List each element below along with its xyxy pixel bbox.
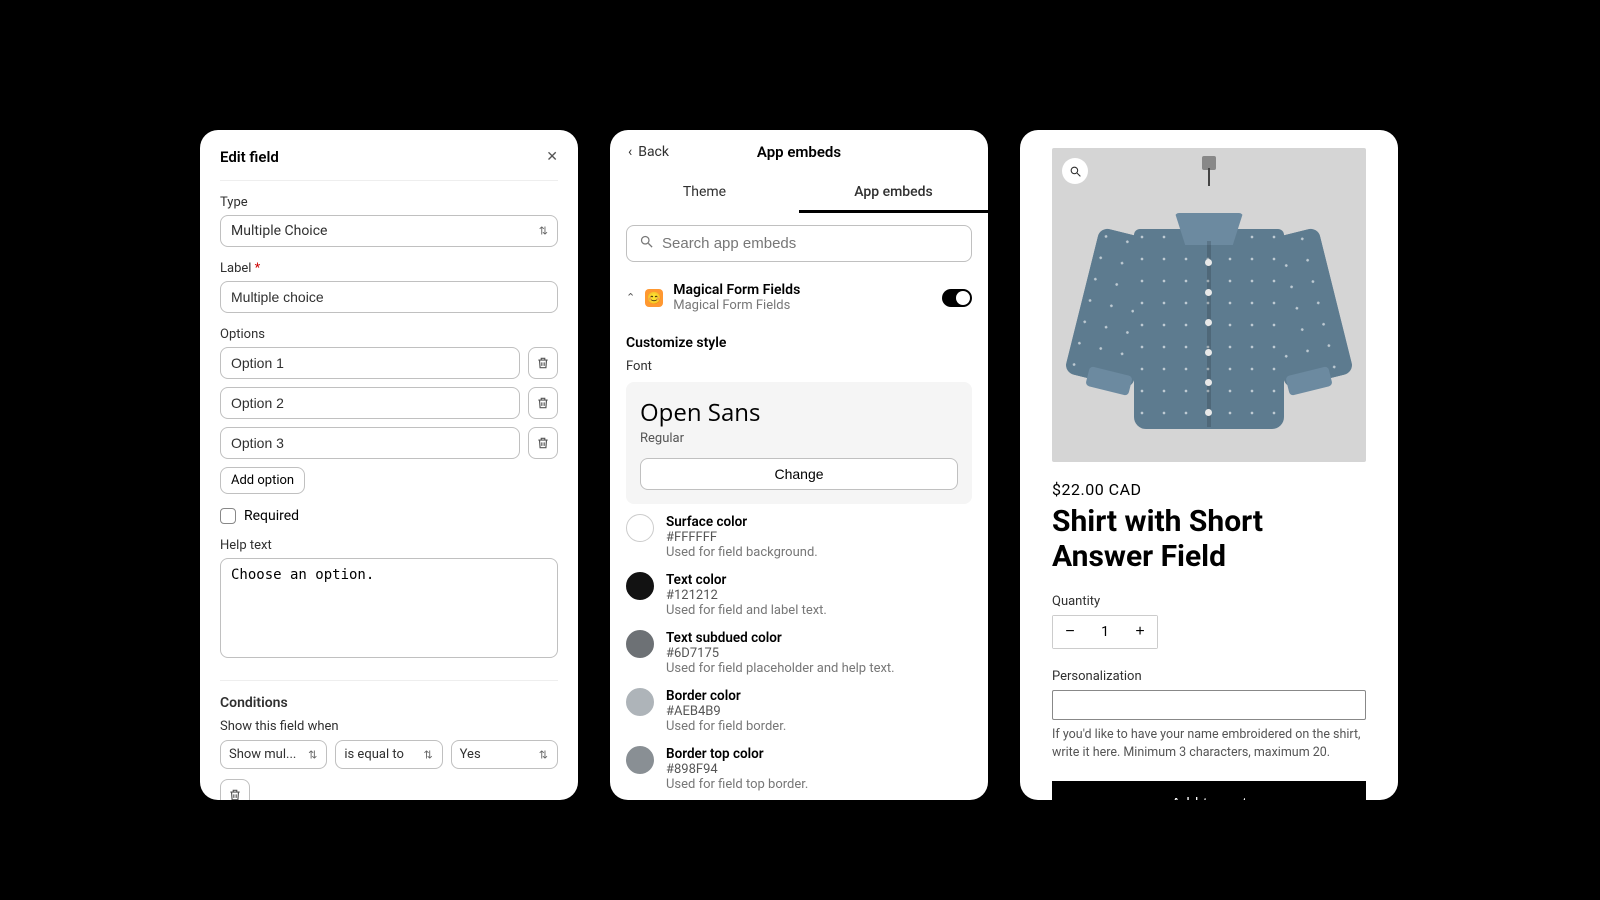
trash-icon xyxy=(536,356,550,370)
option-input[interactable] xyxy=(220,347,520,379)
color-name: Text color xyxy=(666,572,827,588)
chevron-left-icon: ‹ xyxy=(628,144,632,160)
helptext-label: Help text xyxy=(220,538,558,553)
search-input-wrapper[interactable] xyxy=(626,225,972,262)
color-desc: Used for field and label text. xyxy=(666,603,827,618)
add-to-cart-button[interactable]: Add to cart xyxy=(1052,781,1366,800)
color-desc: Used for field top border. xyxy=(666,777,808,792)
color-row: Border color#AEB4B9Used for field border… xyxy=(610,678,988,736)
font-name: Open Sans xyxy=(640,396,958,429)
required-label: Required xyxy=(244,508,299,524)
color-hex: #121212 xyxy=(666,588,827,603)
chevron-up-icon[interactable]: ⌃ xyxy=(626,291,635,304)
color-desc: Used for field border. xyxy=(666,719,786,734)
color-name: Border color xyxy=(666,688,786,704)
embed-toggle[interactable] xyxy=(942,289,972,307)
color-desc: Used for field background. xyxy=(666,545,818,560)
type-label: Type xyxy=(220,195,558,210)
embed-name: Magical Form Fields xyxy=(673,282,800,298)
embed-sub: Magical Form Fields xyxy=(673,298,800,313)
color-desc: Used for field placeholder and help text… xyxy=(666,661,895,676)
color-row: Text subdued color#6D7175Used for field … xyxy=(610,620,988,678)
quantity-label: Quantity xyxy=(1052,594,1366,609)
product-preview-panel: $22.00 CAD Shirt with Short Answer Field… xyxy=(1020,130,1398,800)
color-swatch[interactable] xyxy=(626,746,654,774)
option-row xyxy=(220,347,558,379)
quantity-stepper: − 1 + xyxy=(1052,615,1158,649)
color-swatch[interactable] xyxy=(626,688,654,716)
color-row: Border top color#898F94Used for field to… xyxy=(610,736,988,794)
product-price: $22.00 CAD xyxy=(1052,480,1366,499)
font-card: Open Sans Regular Change xyxy=(626,382,972,504)
color-hex: #898F94 xyxy=(666,762,808,777)
font-style: Regular xyxy=(640,431,958,446)
panel-title: Edit field xyxy=(220,148,279,166)
delete-option-button[interactable] xyxy=(528,427,558,459)
condition-field-select[interactable]: Show mul... xyxy=(220,740,327,769)
trash-icon xyxy=(536,396,550,410)
delete-option-button[interactable] xyxy=(528,387,558,419)
personalization-label: Personalization xyxy=(1052,669,1366,684)
conditions-title: Conditions xyxy=(220,695,558,711)
back-button[interactable]: ‹ Back xyxy=(628,144,669,160)
color-name: Text subdued color xyxy=(666,630,895,646)
conditions-hint: Show this field when xyxy=(220,719,558,734)
trash-icon xyxy=(228,788,242,800)
app-embeds-panel: ‹ Back App embeds Theme App embeds ⌃ 😊 M… xyxy=(610,130,988,800)
option-row xyxy=(220,387,558,419)
search-input[interactable] xyxy=(662,235,959,252)
personalization-help: If you'd like to have your name embroide… xyxy=(1052,726,1366,761)
required-checkbox[interactable] xyxy=(220,508,236,524)
color-hex: #AEB4B9 xyxy=(666,704,786,719)
options-label: Options xyxy=(220,327,558,342)
tab-app-embeds[interactable]: App embeds xyxy=(799,174,988,213)
quantity-decrement-button[interactable]: − xyxy=(1053,616,1087,648)
personalization-input[interactable] xyxy=(1052,690,1366,720)
tab-theme[interactable]: Theme xyxy=(610,174,799,213)
color-name: Surface color xyxy=(666,514,818,530)
product-image xyxy=(1052,148,1366,462)
label-label: Label * xyxy=(220,261,558,276)
zoom-button[interactable] xyxy=(1062,158,1088,184)
color-row: Surface color#FFFFFFUsed for field backg… xyxy=(610,504,988,562)
option-input[interactable] xyxy=(220,387,520,419)
add-option-button[interactable]: Add option xyxy=(220,467,305,494)
delete-option-button[interactable] xyxy=(528,347,558,379)
condition-value-select[interactable]: Yes xyxy=(451,740,558,769)
option-row xyxy=(220,427,558,459)
delete-condition-button[interactable] xyxy=(220,779,250,800)
close-icon[interactable]: ✕ xyxy=(546,149,558,165)
app-icon: 😊 xyxy=(645,289,663,307)
font-label: Font xyxy=(610,359,988,382)
search-icon xyxy=(639,234,654,253)
quantity-increment-button[interactable]: + xyxy=(1123,616,1157,648)
customize-title: Customize style xyxy=(610,321,988,359)
label-input[interactable] xyxy=(220,281,558,313)
option-input[interactable] xyxy=(220,427,520,459)
color-row: Text color#121212Used for field and labe… xyxy=(610,562,988,620)
magnify-icon xyxy=(1069,165,1082,178)
color-hex: #FFFFFF xyxy=(666,530,818,545)
color-swatch[interactable] xyxy=(626,572,654,600)
product-title: Shirt with Short Answer Field xyxy=(1052,505,1366,574)
color-swatch[interactable] xyxy=(626,514,654,542)
type-select[interactable]: Multiple Choice xyxy=(220,215,558,247)
edit-field-panel: Edit field ✕ Type Multiple Choice ⇅ Labe… xyxy=(200,130,578,800)
change-font-button[interactable]: Change xyxy=(640,458,958,490)
quantity-value: 1 xyxy=(1087,616,1123,648)
color-name: Border top color xyxy=(666,746,808,762)
condition-operator-select[interactable]: is equal to xyxy=(335,740,442,769)
trash-icon xyxy=(536,436,550,450)
color-swatch[interactable] xyxy=(626,630,654,658)
color-hex: #6D7175 xyxy=(666,646,895,661)
helptext-textarea[interactable]: Choose an option. xyxy=(220,558,558,658)
